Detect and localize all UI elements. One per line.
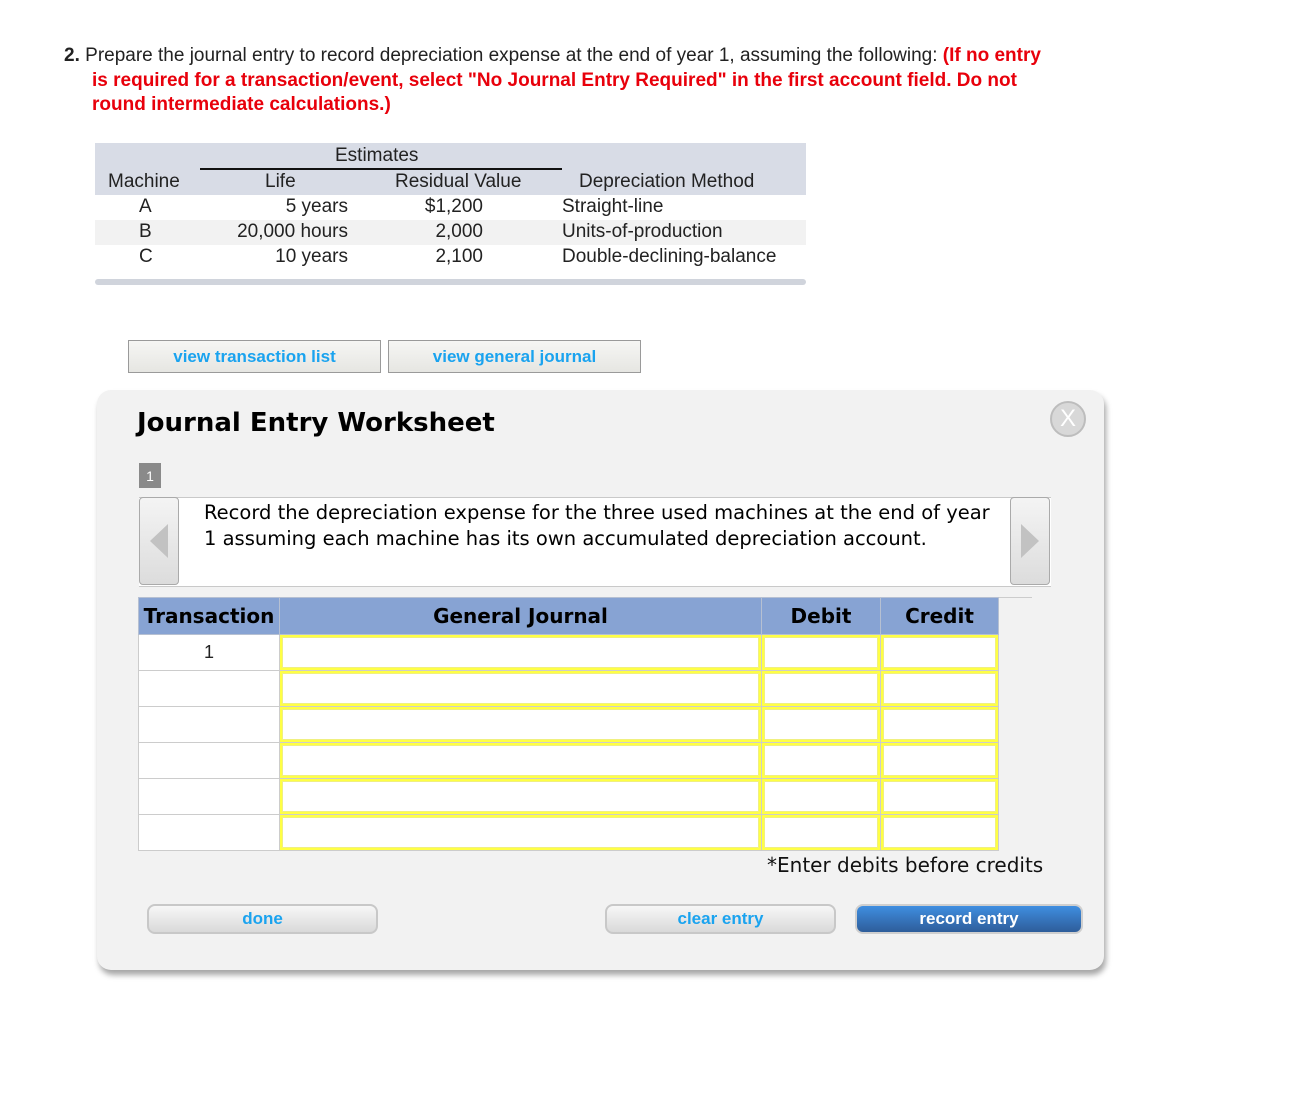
credit-input[interactable] <box>881 815 998 850</box>
table-row <box>138 670 999 707</box>
view-transaction-list-button[interactable]: view transaction list <box>128 340 381 373</box>
account-input[interactable] <box>280 635 761 670</box>
method-a: Straight-line <box>562 196 664 217</box>
account-input[interactable] <box>280 779 761 814</box>
credit-input[interactable] <box>881 671 998 706</box>
residual-c: 2,100 <box>435 246 483 267</box>
debit-input[interactable] <box>762 743 880 778</box>
table-row <box>138 742 999 779</box>
journal-entry-worksheet: Journal Entry Worksheet X 1 Record the d… <box>97 390 1104 970</box>
debit-input[interactable] <box>762 815 880 850</box>
machine-a: A <box>139 196 152 217</box>
transaction-cell <box>138 742 280 779</box>
transaction-cell <box>138 706 280 743</box>
clear-entry-button[interactable]: clear entry <box>605 904 836 934</box>
next-button[interactable] <box>1010 497 1050 585</box>
worksheet-title: Journal Entry Worksheet <box>137 408 495 438</box>
life-c: 10 years <box>275 246 348 267</box>
estimates-table: Estimates Machine Life Residual Value De… <box>95 143 806 285</box>
column-header-credit: Credit <box>880 597 999 635</box>
life-a: 5 years <box>285 196 348 217</box>
close-button[interactable]: X <box>1050 401 1086 437</box>
estimates-bottom-bar <box>95 279 806 285</box>
arrow-left-icon <box>150 524 168 558</box>
question-number: 2. <box>64 45 80 66</box>
column-header-residual: Residual Value <box>395 171 522 192</box>
debits-before-credits-note: *Enter debits before credits <box>767 853 1044 877</box>
estimates-group-header: Estimates <box>335 145 419 166</box>
method-c: Double-declining-balance <box>562 246 777 267</box>
credit-input[interactable] <box>881 707 998 742</box>
credit-input[interactable] <box>881 779 998 814</box>
debit-input[interactable] <box>762 779 880 814</box>
account-input[interactable] <box>280 815 761 850</box>
residual-b: 2,000 <box>435 221 483 242</box>
done-button[interactable]: done <box>147 904 378 934</box>
account-input[interactable] <box>280 743 761 778</box>
instruction-panel: Record the depreciation expense for the … <box>139 497 1051 587</box>
debit-input[interactable] <box>762 635 880 670</box>
column-header-transaction: Transaction <box>138 597 280 635</box>
transaction-cell: 1 <box>138 634 280 671</box>
machine-c: C <box>139 246 153 267</box>
previous-button[interactable] <box>139 497 179 585</box>
machine-b: B <box>139 221 152 242</box>
life-b: 20,000 hours <box>237 221 348 242</box>
instruction-text: Record the depreciation expense for the … <box>204 501 990 550</box>
record-entry-button[interactable]: record entry <box>855 904 1083 934</box>
question-text: Prepare the journal entry to record depr… <box>85 45 938 66</box>
table-row <box>138 706 999 743</box>
account-input[interactable] <box>280 707 761 742</box>
table-row: 1 <box>138 634 999 671</box>
page-badge[interactable]: 1 <box>139 463 161 488</box>
debit-input[interactable] <box>762 671 880 706</box>
credit-input[interactable] <box>881 635 998 670</box>
question: 2. Prepare the journal entry to record d… <box>64 44 1054 118</box>
column-header-life: Life <box>265 171 296 192</box>
column-header-machine: Machine <box>108 171 180 192</box>
estimates-underline <box>200 168 562 170</box>
credit-input[interactable] <box>881 743 998 778</box>
account-input[interactable] <box>280 671 761 706</box>
transaction-cell <box>138 778 280 815</box>
column-header-general-journal: General Journal <box>279 597 762 635</box>
column-header-method: Depreciation Method <box>579 171 755 192</box>
residual-a: $1,200 <box>424 196 483 217</box>
transaction-cell <box>138 670 280 707</box>
transaction-cell <box>138 814 280 851</box>
column-header-debit: Debit <box>761 597 881 635</box>
table-row <box>138 814 999 851</box>
arrow-right-icon <box>1021 524 1039 558</box>
close-icon: X <box>1059 405 1076 432</box>
debit-input[interactable] <box>762 707 880 742</box>
table-row <box>138 778 999 815</box>
journal-table: Transaction General Journal Debit Credit… <box>138 597 999 851</box>
method-b: Units-of-production <box>562 221 723 242</box>
view-general-journal-button[interactable]: view general journal <box>388 340 641 373</box>
